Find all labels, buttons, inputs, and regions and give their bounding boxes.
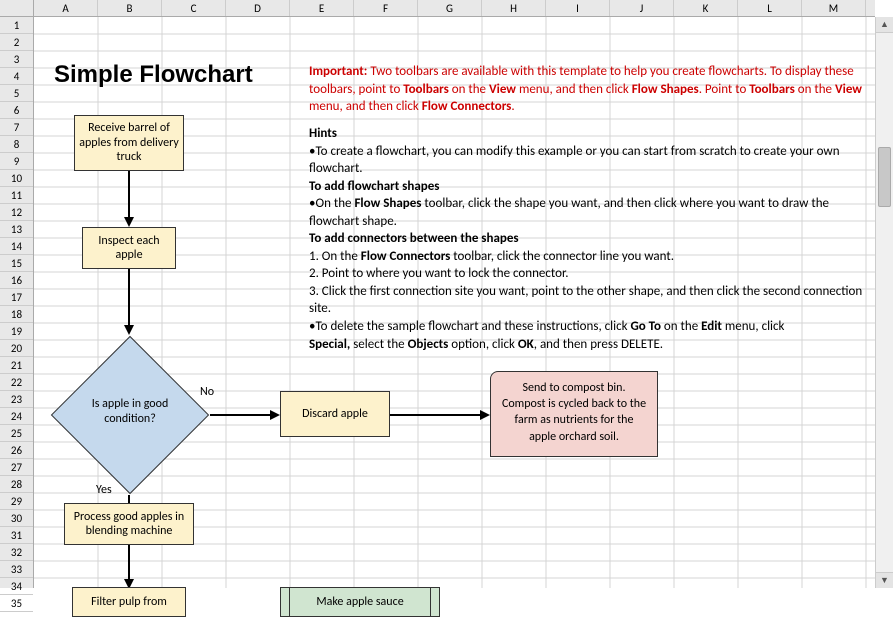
connector-arrow[interactable] xyxy=(128,545,130,581)
worksheet-area[interactable]: Simple Flowchart Important: Two toolbars… xyxy=(34,17,875,588)
shape-text: Filter pulp from xyxy=(91,595,167,609)
row-header[interactable]: 7 xyxy=(0,119,33,136)
shape-text: Receive barrel of apples from delivery t… xyxy=(79,121,179,164)
column-header[interactable]: G xyxy=(418,0,482,16)
shape-process-blending[interactable]: Process good apples in blending machine xyxy=(64,503,194,545)
shape-text: Send to compost bin. Compost is cycled b… xyxy=(502,381,646,444)
row-header[interactable]: 17 xyxy=(0,289,33,306)
shape-text: Process good apples in blending machine xyxy=(69,510,189,539)
row-header[interactable]: 19 xyxy=(0,323,33,340)
hints-block: Hints •To create a flowchart, you can mo… xyxy=(309,125,879,353)
row-header[interactable]: 8 xyxy=(0,136,33,153)
row-header[interactable]: 15 xyxy=(0,255,33,272)
connector-arrow[interactable] xyxy=(128,171,130,219)
row-header[interactable]: 9 xyxy=(0,153,33,170)
row-header[interactable]: 30 xyxy=(0,510,33,527)
scroll-up-arrow[interactable]: ▲ xyxy=(876,17,893,33)
row-header[interactable]: 10 xyxy=(0,170,33,187)
flowchart-title: Simple Flowchart xyxy=(54,61,253,89)
row-header[interactable]: 11 xyxy=(0,187,33,204)
row-header[interactable]: 12 xyxy=(0,204,33,221)
column-header[interactable]: K xyxy=(674,0,738,16)
arrow-head-down-icon xyxy=(124,325,134,335)
row-header[interactable]: 2 xyxy=(0,34,33,51)
column-header[interactable]: H xyxy=(482,0,546,16)
row-header[interactable]: 34 xyxy=(0,578,33,595)
decision-label-yes: Yes xyxy=(96,483,112,497)
shape-discard-apple[interactable]: Discard apple xyxy=(280,391,390,437)
row-header[interactable]: 16 xyxy=(0,272,33,289)
row-header[interactable]: 13 xyxy=(0,221,33,238)
row-header[interactable]: 3 xyxy=(0,51,33,68)
arrow-head-down-icon xyxy=(124,217,134,227)
scroll-thumb[interactable] xyxy=(878,147,891,207)
row-header[interactable]: 23 xyxy=(0,391,33,408)
hints-line: 1. On the Flow Connectors toolbar, click… xyxy=(309,248,879,266)
shape-make-sauce[interactable]: Make apple sauce xyxy=(280,587,440,617)
row-header[interactable]: 35 xyxy=(0,595,33,612)
column-header[interactable]: A xyxy=(34,0,98,16)
column-header[interactable]: I xyxy=(546,0,610,16)
shape-text: Discard apple xyxy=(302,407,368,421)
hints-line: 2. Point to where you want to lock the c… xyxy=(309,265,879,283)
shape-text: Inspect each apple xyxy=(87,234,171,263)
row-header[interactable]: 28 xyxy=(0,476,33,493)
hints-line: •To create a flowchart, you can modify t… xyxy=(309,143,879,178)
row-header[interactable]: 22 xyxy=(0,374,33,391)
hints-line: Special, select the Objects option, clic… xyxy=(309,336,879,354)
connector-arrow[interactable] xyxy=(128,495,130,503)
column-header[interactable]: D xyxy=(226,0,290,16)
shape-receive-barrel[interactable]: Receive barrel of apples from delivery t… xyxy=(74,115,184,171)
row-headers: 1234567891011121314151617181920212223242… xyxy=(0,17,34,588)
row-header[interactable]: 14 xyxy=(0,238,33,255)
row-header[interactable]: 33 xyxy=(0,561,33,578)
row-header[interactable]: 20 xyxy=(0,340,33,357)
shape-text: Make apple sauce xyxy=(316,595,403,609)
selectall-corner[interactable] xyxy=(0,0,34,17)
shape-inspect-apple[interactable]: Inspect each apple xyxy=(82,227,176,269)
connector-arrow[interactable] xyxy=(128,269,130,327)
column-header[interactable]: L xyxy=(738,0,802,16)
shape-text: Is apple in good condition? xyxy=(70,397,190,427)
hints-subheading-connectors: To add connectors between the shapes xyxy=(309,230,879,248)
hints-line: 3. Click the first connection site you w… xyxy=(309,283,879,318)
row-header[interactable]: 24 xyxy=(0,408,33,425)
shape-callout-compost[interactable]: Send to compost bin. Compost is cycled b… xyxy=(490,371,658,457)
row-header[interactable]: 27 xyxy=(0,459,33,476)
hints-line: •On the Flow Shapes toolbar, click the s… xyxy=(309,195,879,230)
column-header[interactable]: J xyxy=(610,0,674,16)
connector-arrow[interactable] xyxy=(390,414,482,416)
arrow-head-right-icon xyxy=(270,410,280,420)
hints-line: •To delete the sample flowchart and thes… xyxy=(309,318,879,336)
row-header[interactable]: 5 xyxy=(0,85,33,102)
column-header[interactable]: F xyxy=(354,0,418,16)
row-header[interactable]: 29 xyxy=(0,493,33,510)
shape-decision[interactable]: Is apple in good condition? xyxy=(50,335,210,495)
row-header[interactable]: 18 xyxy=(0,306,33,323)
row-header[interactable]: 4 xyxy=(0,68,33,85)
important-note: Important: Two toolbars are available wi… xyxy=(309,63,869,116)
row-header[interactable]: 31 xyxy=(0,527,33,544)
row-header[interactable]: 25 xyxy=(0,425,33,442)
row-header[interactable]: 1 xyxy=(0,17,33,34)
arrow-head-right-icon xyxy=(480,410,490,420)
row-header[interactable]: 32 xyxy=(0,544,33,561)
row-header[interactable]: 6 xyxy=(0,102,33,119)
column-header[interactable]: M xyxy=(802,0,866,16)
column-header[interactable]: C xyxy=(162,0,226,16)
decision-label-no: No xyxy=(200,385,214,399)
shape-filter-pulp[interactable]: Filter pulp from xyxy=(72,587,186,617)
column-headers: ABCDEFGHIJKLM xyxy=(34,0,875,17)
row-header[interactable]: 21 xyxy=(0,357,33,374)
hints-heading: Hints xyxy=(309,125,879,143)
hints-subheading-shapes: To add flowchart shapes xyxy=(309,178,879,196)
column-header[interactable]: E xyxy=(290,0,354,16)
row-header[interactable]: 26 xyxy=(0,442,33,459)
scroll-down-arrow[interactable]: ▼ xyxy=(876,572,893,588)
important-label: Important: xyxy=(309,64,367,79)
column-header[interactable]: B xyxy=(98,0,162,16)
connector-arrow[interactable] xyxy=(210,414,272,416)
